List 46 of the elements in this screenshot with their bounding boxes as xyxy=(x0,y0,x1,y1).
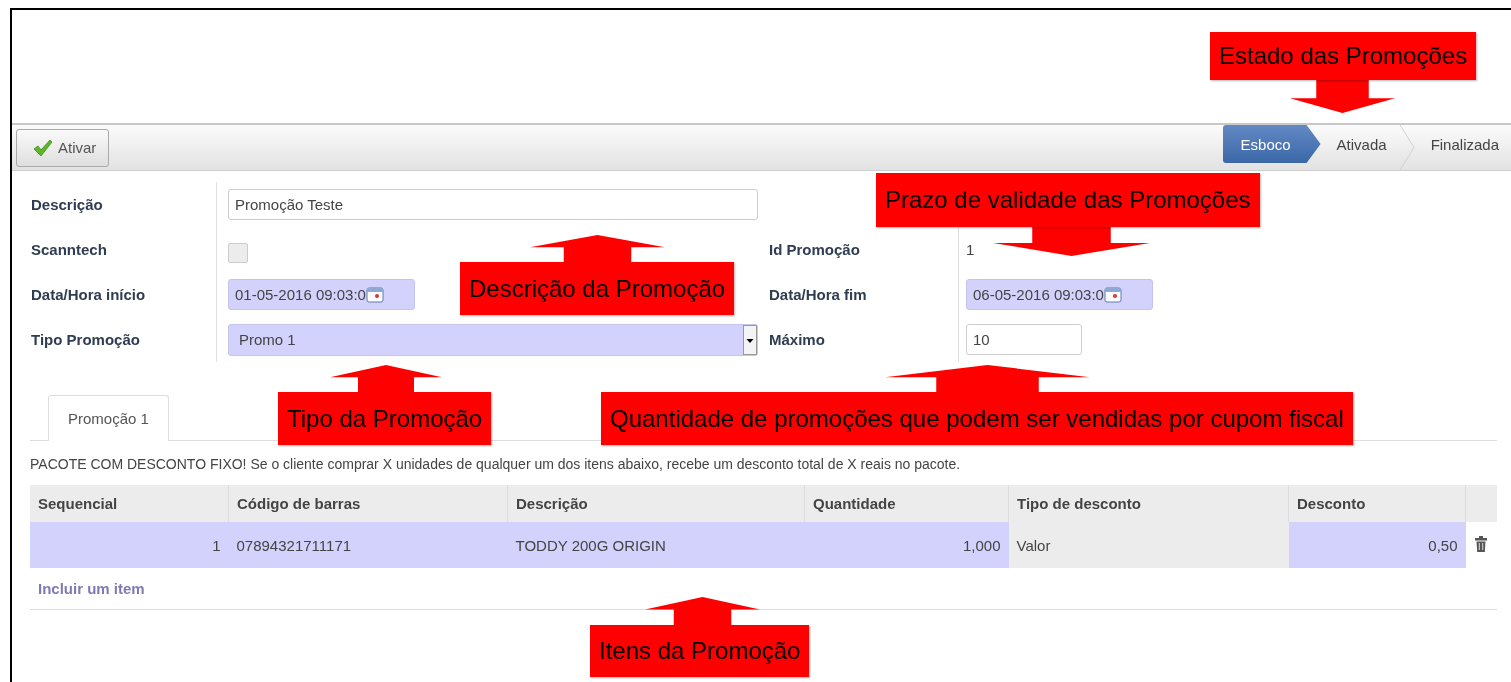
status-step[interactable]: Esboco xyxy=(1222,125,1321,163)
status-step[interactable]: Finalizada xyxy=(1414,125,1511,163)
maximum-field[interactable]: 10 xyxy=(966,324,1082,355)
field-label: Tipo Promoção xyxy=(31,331,141,348)
calendar-icon[interactable] xyxy=(1103,286,1122,303)
column-header: Descrição xyxy=(507,485,805,522)
column-header: Código de barras xyxy=(228,485,508,522)
tab[interactable]: Promoção 1 xyxy=(48,395,169,441)
callout-label: Estado das Promoções xyxy=(1210,32,1477,80)
callout-label: Quantidade de promoções que podem ser vendidas por cupom fiscal xyxy=(601,392,1353,445)
add-item-link[interactable]: Incluir um item xyxy=(38,580,145,597)
field-label: Id Promoção xyxy=(769,241,861,258)
column-header: Sequencial xyxy=(30,485,229,522)
field-label: Máximo xyxy=(769,331,826,348)
activate-button[interactable]: Ativar xyxy=(16,128,110,167)
callout-label: Itens da Promoção xyxy=(590,625,810,677)
column-header: Quantidade xyxy=(804,485,1009,522)
field-label: Data/Hora início xyxy=(31,286,147,303)
check-icon xyxy=(33,138,53,157)
table-cell: 07894321711171 xyxy=(228,522,508,568)
date-time-field[interactable]: 06-05-2016 09:03:0 xyxy=(966,279,1153,310)
table-cell: 1,000 xyxy=(804,522,1009,568)
field-label: Descrição xyxy=(31,196,104,213)
callout-label: Tipo da Promoção xyxy=(278,392,492,445)
status-step[interactable]: Ativada xyxy=(1320,125,1399,163)
table-cell: 1 xyxy=(30,522,229,568)
table-cell: 0,50 xyxy=(1288,522,1466,568)
promotion-description: PACOTE COM DESCONTO FIXO! Se o cliente comprar X unidades de qualquer um dos itens abaixo, recebe um desconto total de X reais no pacote. xyxy=(30,456,961,472)
date-time-field[interactable]: 01-05-2016 09:03:0 xyxy=(228,279,415,310)
callout-label: Prazo de validade das Promoções xyxy=(876,173,1260,227)
column-header: Tipo de desconto xyxy=(1008,485,1289,522)
id-value: 1 xyxy=(966,241,975,258)
calendar-icon[interactable] xyxy=(365,286,384,303)
select-value: Promo 1 xyxy=(239,331,296,348)
table-cell: Valor xyxy=(1008,522,1289,568)
date-time-value: 06-05-2016 09:03:0 xyxy=(973,286,1104,303)
trash-icon[interactable] xyxy=(1475,535,1488,552)
field-label: Scanntech xyxy=(31,241,108,258)
callout-label: Descrição da Promoção xyxy=(460,262,735,315)
column-header: Desconto xyxy=(1288,485,1466,522)
table-cell: TODDY 200G ORIGIN xyxy=(507,522,805,568)
field-label: Data/Hora fim xyxy=(769,286,868,303)
date-time-value: 01-05-2016 09:03:0 xyxy=(235,286,366,303)
checkbox[interactable] xyxy=(228,242,248,263)
description-field[interactable]: Promoção Teste xyxy=(228,189,758,220)
promotion-type-select[interactable]: Promo 1 xyxy=(228,323,758,356)
